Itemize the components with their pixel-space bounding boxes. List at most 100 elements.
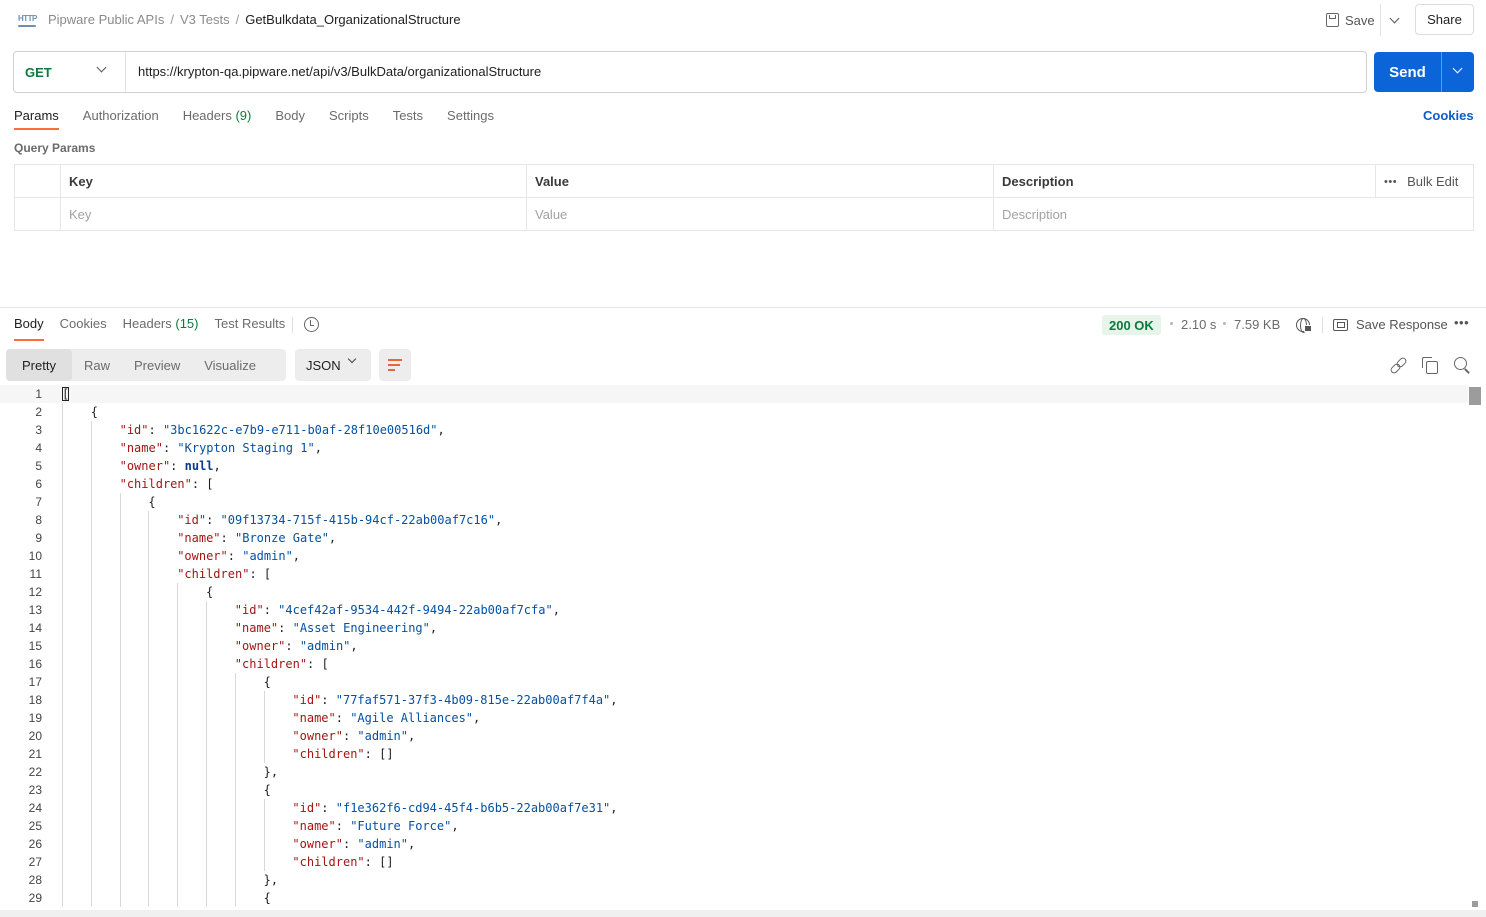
indent-guide <box>62 475 63 493</box>
description-input[interactable]: Description <box>993 198 1375 231</box>
response-size[interactable]: 7.59 KB <box>1234 317 1280 332</box>
response-body-editor[interactable]: 1[2{3 "id": "3bc1622c-e7b9-e711-b0af-28f1… <box>0 385 1486 910</box>
more-options-icon[interactable]: ••• <box>1384 176 1397 188</box>
send-options-chevron-icon[interactable] <box>1452 63 1463 74</box>
save-button[interactable]: Save <box>1326 11 1375 29</box>
view-mode-pretty[interactable]: Pretty <box>6 349 72 381</box>
query-params-title: Query Params <box>14 141 96 155</box>
code-text: "children": [] <box>292 745 393 763</box>
json-punctuation: , <box>408 729 416 743</box>
indent-guide <box>119 583 121 601</box>
response-tab-test-results[interactable]: Test Results <box>214 316 285 331</box>
indent-guide <box>234 835 236 853</box>
tab-body[interactable]: Body <box>275 106 305 132</box>
json-punctuation: { <box>148 495 156 509</box>
status-badge[interactable]: 200 OK <box>1102 315 1161 335</box>
indent-guide <box>90 493 92 511</box>
history-icon[interactable] <box>304 317 319 332</box>
tab-scripts[interactable]: Scripts <box>329 106 369 132</box>
json-key: "owner" <box>177 549 228 563</box>
link-icon[interactable] <box>1390 357 1406 373</box>
scrollbar-arrow[interactable] <box>1472 901 1478 907</box>
column-header-description: Description <box>993 165 1375 198</box>
request-name[interactable]: GetBulkdata_OrganizationalStructure <box>245 12 460 27</box>
tab-params[interactable]: Params <box>14 106 59 132</box>
scrollbar[interactable] <box>1468 385 1482 910</box>
url-input[interactable]: https://krypton-qa.pipware.net/api/v3/Bu… <box>138 64 541 79</box>
line-number: 26 <box>28 837 42 851</box>
send-button[interactable]: Send <box>1374 52 1474 92</box>
indent-guide <box>206 727 207 745</box>
indent-guide <box>206 655 207 673</box>
indent-guide <box>90 889 92 907</box>
tab-label: Params <box>14 108 59 123</box>
code-text: "owner": "admin", <box>235 637 358 655</box>
line-number: 22 <box>28 765 42 779</box>
indent-guide <box>62 871 63 889</box>
indent-guide <box>148 745 150 763</box>
indent-guide <box>90 781 92 799</box>
view-mode-preview[interactable]: Preview <box>122 349 192 381</box>
line-number: 15 <box>28 639 42 653</box>
indent-guide <box>177 601 179 619</box>
code-line: 27 "children": [] <box>0 853 1468 871</box>
response-tab-body[interactable]: Body <box>14 316 44 341</box>
response-tab-cookies[interactable]: Cookies <box>60 316 107 331</box>
key-input[interactable]: Key <box>60 198 526 231</box>
indent-guide <box>62 709 63 727</box>
format-select[interactable]: JSON <box>295 349 371 381</box>
indent-guide <box>90 565 92 583</box>
bulk-edit-button[interactable]: ••• Bulk Edit <box>1375 165 1473 198</box>
view-mode-raw[interactable]: Raw <box>72 349 122 381</box>
indent-guide <box>177 799 179 817</box>
response-time[interactable]: 2.10 s <box>1181 317 1216 332</box>
json-punctuation: : [] <box>364 747 394 761</box>
response-tab-headers[interactable]: Headers (15) <box>123 316 199 331</box>
copy-icon[interactable] <box>1422 357 1438 374</box>
wrap-lines-button[interactable] <box>379 349 411 381</box>
scrollbar-thumb[interactable] <box>1469 387 1481 405</box>
more-options-icon[interactable]: ••• <box>1454 315 1469 330</box>
json-string: "admin" <box>299 639 351 653</box>
column-header-key: Key <box>60 165 526 198</box>
method-select[interactable]: GET <box>14 52 125 92</box>
line-number: 5 <box>35 459 42 473</box>
code-text: { <box>264 781 271 799</box>
indent-guide <box>234 871 236 889</box>
save-response-button[interactable]: Save Response <box>1356 317 1448 332</box>
indent-guide <box>90 475 92 493</box>
tab-count-badge: (9) <box>231 108 252 123</box>
code-text: { <box>91 403 98 421</box>
indent-guide <box>177 673 179 691</box>
share-button[interactable]: Share <box>1415 4 1474 35</box>
indent-guide <box>177 655 179 673</box>
tab-label: Body <box>275 108 305 123</box>
tab-settings[interactable]: Settings <box>447 106 494 132</box>
wrap-lines-icon <box>388 364 400 366</box>
pane-divider[interactable] <box>0 307 1486 308</box>
save-options-button[interactable] <box>1380 4 1408 36</box>
tab-tests[interactable]: Tests <box>393 106 423 132</box>
code-text: "id": "3bc1622c-e7b9-e711-b0af-28f10e005… <box>120 421 445 439</box>
search-icon[interactable] <box>1454 357 1470 373</box>
tab-headers[interactable]: Headers (9) <box>183 106 252 132</box>
json-key: "owner" <box>292 837 343 851</box>
indent-guide <box>148 655 150 673</box>
save-response-icon[interactable] <box>1333 319 1348 331</box>
indent-guide <box>90 763 92 781</box>
view-mode-visualize[interactable]: Visualize <box>192 349 268 381</box>
separator-dot <box>1223 322 1226 325</box>
tab-authorization[interactable]: Authorization <box>83 106 159 132</box>
indent-guide <box>62 529 63 547</box>
indent-guide <box>119 745 121 763</box>
cookies-link[interactable]: Cookies <box>1423 108 1474 123</box>
breadcrumb-item-collection[interactable]: Pipware Public APIs <box>48 12 164 27</box>
line-number: 9 <box>35 531 42 545</box>
indent-guide <box>119 763 121 781</box>
tab-label: Test Results <box>214 316 286 331</box>
json-punctuation: { <box>206 585 214 599</box>
breadcrumb-item-folder[interactable]: V3 Tests <box>180 12 230 27</box>
indent-guide <box>119 817 121 835</box>
indent-guide <box>119 565 121 583</box>
value-input[interactable]: Value <box>526 198 993 231</box>
